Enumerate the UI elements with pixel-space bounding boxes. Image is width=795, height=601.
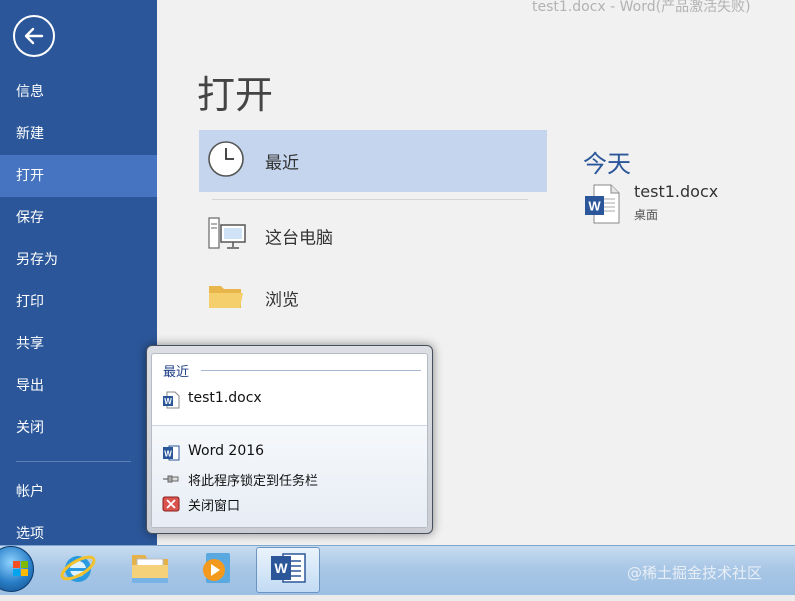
locations-divider: [212, 199, 528, 200]
recent-file-location: 桌面: [634, 208, 659, 222]
svg-text:W: W: [164, 450, 172, 459]
media-player-icon: [199, 550, 233, 590]
taskbar-jumplist: 最近 W test1.docx W Word 2016 将此程序锁定到任务栏 关…: [146, 345, 433, 534]
location-this-pc-label: 这台电脑: [265, 228, 333, 249]
pin-icon: [162, 470, 180, 492]
jumplist-task-pin-label: 将此程序锁定到任务栏: [188, 474, 319, 489]
clock-icon: [207, 140, 245, 182]
internet-explorer-icon: [58, 548, 98, 592]
nav-print[interactable]: 打印: [0, 281, 157, 323]
jumplist-recent-item-label: test1.docx: [188, 390, 262, 406]
windows-logo-icon: [13, 561, 28, 576]
word-app-icon: W: [269, 551, 307, 589]
taskbar-bottom-strip: [0, 595, 795, 601]
computer-icon: [207, 216, 247, 256]
nav-info[interactable]: 信息: [0, 71, 157, 113]
nav-new[interactable]: 新建: [0, 113, 157, 155]
location-recent[interactable]: 最近: [199, 130, 547, 192]
recent-group-header: 今天: [583, 150, 631, 178]
taskbar-word[interactable]: W: [256, 547, 320, 593]
file-explorer-icon: [129, 550, 171, 590]
watermark: @稀土掘金技术社区: [627, 564, 763, 582]
jumplist-recent-item[interactable]: W test1.docx: [160, 388, 420, 412]
svg-text:W: W: [164, 397, 172, 406]
nav-account[interactable]: 帐户: [0, 471, 157, 513]
jumplist-task-word[interactable]: W Word 2016: [160, 441, 420, 465]
taskbar-file-explorer[interactable]: [118, 547, 182, 593]
jumplist-task-close-label: 关闭窗口: [188, 499, 241, 514]
page-title: 打开: [197, 73, 274, 117]
jumplist-header-line: [201, 370, 421, 371]
taskbar-media-player[interactable]: [184, 547, 248, 593]
word-doc-icon: W: [584, 184, 620, 228]
jumplist-body: 最近 W test1.docx W Word 2016 将此程序锁定到任务栏 关…: [151, 353, 428, 528]
word-doc-icon: W: [162, 391, 180, 413]
svg-text:W: W: [588, 199, 601, 214]
jumplist-tasks: W Word 2016 将此程序锁定到任务栏 关闭窗口: [152, 425, 427, 527]
nav-export[interactable]: 导出: [0, 365, 157, 407]
back-arrow-icon: [24, 27, 44, 45]
close-window-icon: [162, 495, 180, 517]
jumplist-task-word-label: Word 2016: [188, 443, 265, 459]
jumplist-task-pin[interactable]: 将此程序锁定到任务栏: [160, 467, 420, 491]
svg-text:W: W: [274, 560, 288, 576]
window-title: test1.docx - Word(产品激活失败): [532, 0, 751, 15]
folder-icon: [207, 281, 245, 315]
jumplist-recent-header: 最近: [163, 365, 190, 380]
recent-file-item[interactable]: W test1.docx 桌面: [584, 182, 764, 226]
location-browse-label: 浏览: [265, 290, 299, 311]
word-app-icon: W: [162, 444, 180, 466]
nav-open[interactable]: 打开: [0, 155, 157, 197]
location-recent-label: 最近: [265, 153, 299, 174]
start-button[interactable]: [0, 546, 34, 592]
nav-save-as[interactable]: 另存为: [0, 239, 157, 281]
jumplist-task-close[interactable]: 关闭窗口: [160, 492, 420, 516]
nav-divider: [16, 461, 131, 462]
nav-share[interactable]: 共享: [0, 323, 157, 365]
nav-save[interactable]: 保存: [0, 197, 157, 239]
location-this-pc[interactable]: 这台电脑: [199, 205, 547, 267]
taskbar-internet-explorer[interactable]: [46, 547, 110, 593]
nav-close[interactable]: 关闭: [0, 407, 157, 449]
backstage-sidebar: 信息 新建 打开 保存 另存为 打印 共享 导出 关闭 帐户 选项: [0, 0, 157, 548]
back-button[interactable]: [13, 15, 55, 57]
recent-file-name: test1.docx: [634, 182, 719, 201]
location-browse[interactable]: 浏览: [199, 267, 547, 329]
